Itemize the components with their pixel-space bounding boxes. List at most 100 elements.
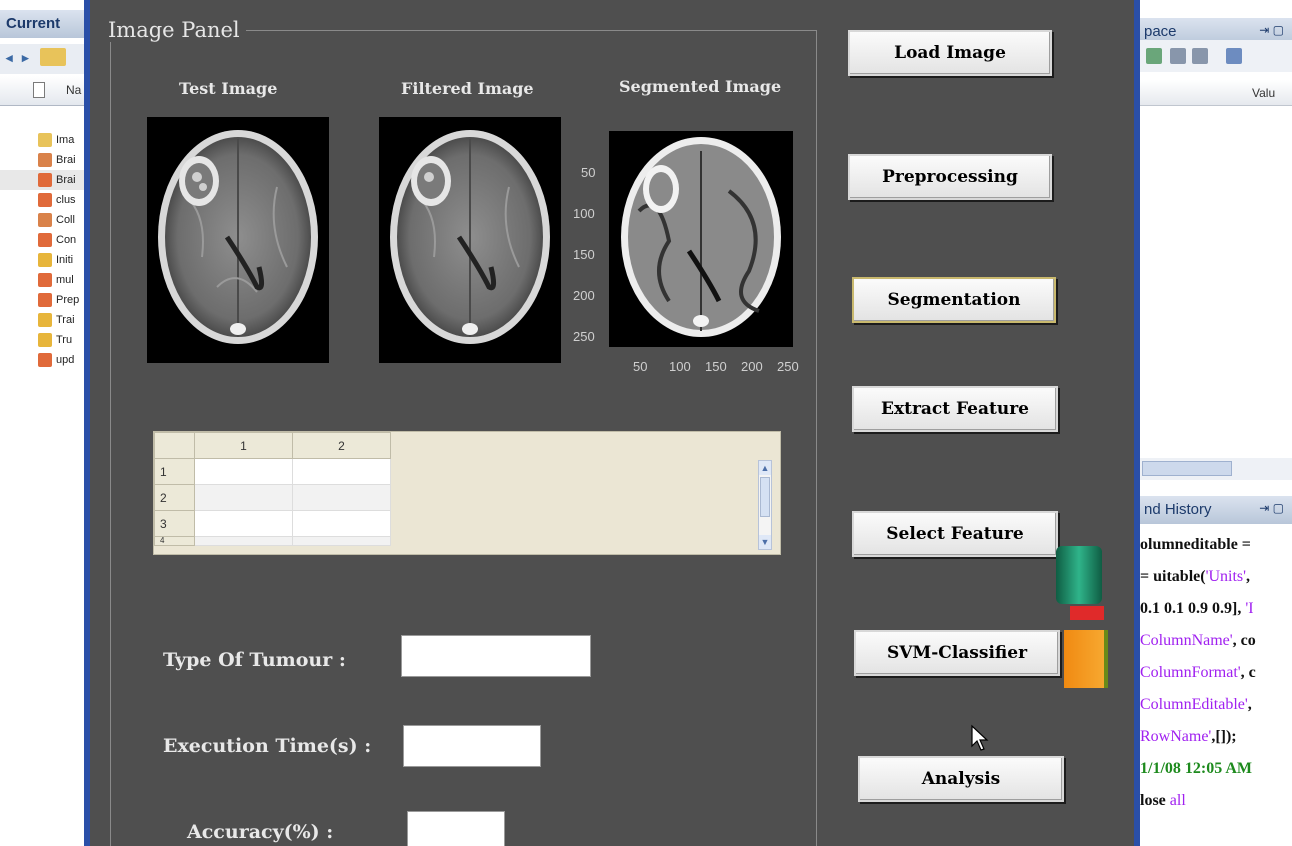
- y-tick-label: 100: [573, 206, 595, 221]
- list-item[interactable]: mul: [0, 270, 91, 290]
- workspace-horizontal-scrollbar[interactable]: [1140, 458, 1292, 480]
- table-cell[interactable]: [194, 536, 293, 546]
- feature-table[interactable]: 1 2 1 2 3 4 ▲ ▼: [153, 431, 781, 555]
- list-item[interactable]: Initi: [0, 250, 91, 270]
- y-tick-label: 150: [573, 247, 595, 262]
- tumour-type-label: Type Of Tumour :: [163, 649, 346, 671]
- y-tick-label: 250: [573, 329, 595, 344]
- back-arrow-icon[interactable]: ◂: [6, 50, 13, 66]
- list-item[interactable]: Trai: [0, 310, 91, 330]
- figure-file-icon: [38, 213, 52, 227]
- history-line[interactable]: ColumnEditable',: [1140, 696, 1252, 714]
- pin-icon[interactable]: ⇥ ▢: [1259, 23, 1284, 37]
- image-panel-title: Image Panel: [104, 18, 246, 42]
- m-file-icon: [38, 293, 52, 307]
- load-image-button[interactable]: Load Image: [848, 30, 1052, 76]
- history-string-text: 'Units': [1205, 568, 1246, 585]
- x-tick-label: 200: [741, 359, 763, 374]
- table-cell[interactable]: [292, 510, 391, 537]
- file-name: Initi: [56, 254, 74, 266]
- accuracy-field[interactable]: [407, 811, 505, 846]
- file-name: Prep: [56, 294, 80, 306]
- list-item[interactable]: Con: [0, 230, 91, 250]
- history-string-text: ColumnEditable': [1140, 696, 1248, 713]
- table-cell[interactable]: [194, 510, 293, 537]
- select-feature-button[interactable]: Select Feature: [852, 511, 1058, 557]
- scroll-thumb[interactable]: [1142, 461, 1232, 476]
- feature-table-grid: 1 2 1 2 3 4: [154, 432, 391, 546]
- history-string-text: all: [1169, 792, 1186, 809]
- pin-icon[interactable]: ⇥ ▢: [1259, 501, 1284, 515]
- column-header-2[interactable]: 2: [292, 432, 391, 459]
- list-item[interactable]: Coll: [0, 210, 91, 230]
- m-file-icon: [38, 353, 52, 367]
- table-cell[interactable]: [194, 484, 293, 511]
- scroll-down-arrow-icon[interactable]: ▼: [759, 535, 771, 549]
- analysis-button[interactable]: Analysis: [858, 756, 1064, 802]
- test-image-title: Test Image: [179, 79, 278, 98]
- history-line[interactable]: ColumnFormat', c: [1140, 664, 1256, 682]
- preprocessing-button[interactable]: Preprocessing: [848, 154, 1052, 200]
- test-brain-image: [158, 130, 318, 344]
- table-corner: [154, 432, 195, 459]
- history-line[interactable]: = uitable('Units',: [1140, 568, 1250, 586]
- y-tick-label: 200: [573, 288, 595, 303]
- segmented-brain-image: [621, 137, 781, 337]
- scroll-thumb[interactable]: [760, 477, 770, 517]
- folder-up-icon[interactable]: [40, 48, 66, 66]
- history-code-text: , co: [1232, 632, 1256, 649]
- test-image-axes: [147, 117, 329, 363]
- execution-time-field[interactable]: [403, 725, 541, 767]
- extract-feature-button[interactable]: Extract Feature: [852, 386, 1058, 432]
- new-variable-icon[interactable]: [1146, 48, 1162, 64]
- save-workspace-icon[interactable]: [1192, 48, 1208, 64]
- forward-arrow-icon[interactable]: ▸: [22, 50, 29, 66]
- list-item[interactable]: upd: [0, 350, 91, 370]
- file-name: Tru: [56, 334, 73, 346]
- table-cell[interactable]: [194, 458, 293, 485]
- history-line[interactable]: 0.1 0.1 0.9 0.9], 'I: [1140, 600, 1254, 618]
- row-header: 4: [154, 536, 195, 546]
- x-tick-label: 50: [633, 359, 648, 374]
- table-cell[interactable]: [292, 484, 391, 511]
- folder-column-header[interactable]: Na: [0, 76, 91, 106]
- open-variable-icon[interactable]: [1170, 48, 1186, 64]
- list-item[interactable]: Ima: [0, 130, 91, 150]
- segmentation-button[interactable]: Segmentation: [852, 277, 1056, 323]
- table-vertical-scrollbar[interactable]: ▲ ▼: [758, 460, 772, 550]
- right-panes: pace ⇥ ▢ Valu nd History ⇥ ▢ olumneditab…: [1140, 0, 1292, 846]
- history-line[interactable]: olumneditable =: [1140, 536, 1251, 554]
- mat-file-icon: [38, 333, 52, 347]
- list-item[interactable]: Brai: [0, 170, 91, 190]
- plot-selector-icon[interactable]: [1226, 48, 1242, 64]
- segmented-image-title: Segmented Image: [619, 77, 782, 96]
- history-line[interactable]: lose all: [1140, 792, 1186, 810]
- column-header-1[interactable]: 1: [194, 432, 293, 459]
- history-code-text: olumneditable =: [1140, 536, 1251, 553]
- list-item[interactable]: Tru: [0, 330, 91, 350]
- tumour-type-field[interactable]: [401, 635, 591, 677]
- figure-file-icon: [38, 153, 52, 167]
- history-line[interactable]: ColumnName', co: [1140, 632, 1256, 650]
- history-title: nd History: [1144, 501, 1212, 518]
- history-line[interactable]: RowName',[]);: [1140, 728, 1237, 746]
- list-item[interactable]: Brai: [0, 150, 91, 170]
- m-file-icon: [38, 233, 52, 247]
- history-code-text: lose: [1140, 792, 1170, 809]
- file-name: mul: [56, 274, 74, 286]
- row-header: 3: [154, 510, 195, 537]
- value-column-label: Valu: [1252, 86, 1276, 100]
- document-icon: [33, 82, 45, 98]
- svm-classifier-button[interactable]: SVM-Classifier: [854, 630, 1060, 676]
- current-folder-pane: Current ◂ ▸ Na Ima Brai Brai clus Coll Con Ini…: [0, 0, 92, 846]
- workspace-column-header[interactable]: Valu: [1140, 80, 1292, 106]
- table-cell[interactable]: [292, 536, 391, 546]
- list-item[interactable]: clus: [0, 190, 91, 210]
- scroll-up-arrow-icon[interactable]: ▲: [759, 461, 771, 475]
- mat-file-icon: [38, 313, 52, 327]
- history-timestamp: 1/1/08 12:05 AM: [1140, 760, 1252, 777]
- list-item[interactable]: Prep: [0, 290, 91, 310]
- table-row: 1: [154, 458, 391, 485]
- table-cell[interactable]: [292, 458, 391, 485]
- history-code-text: = uitable(: [1140, 568, 1206, 585]
